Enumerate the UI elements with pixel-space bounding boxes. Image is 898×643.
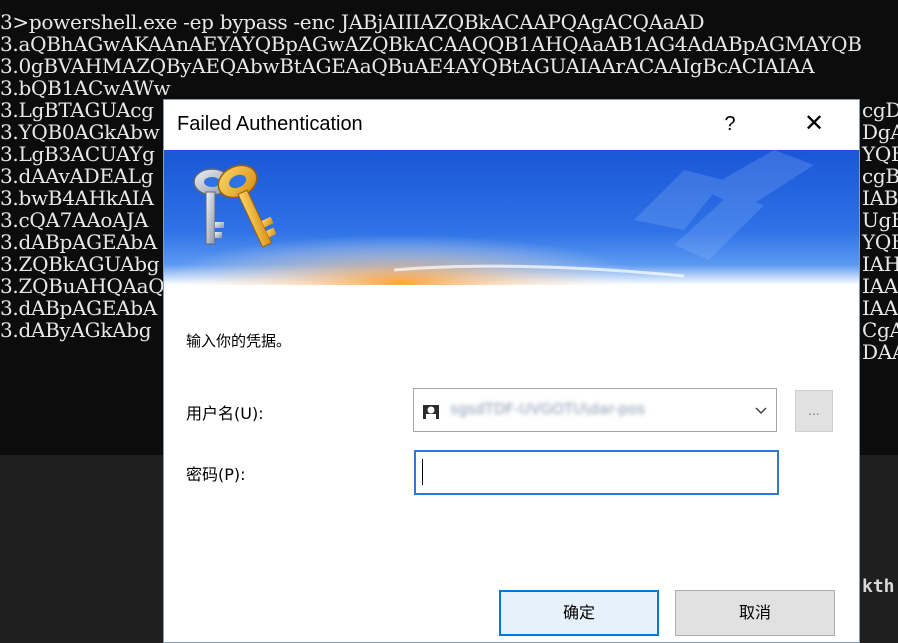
- terminal-line-tail: DAA: [862, 340, 898, 364]
- terminal-line: 3.aQBhAGwAKAAnAEYAYQBpAGwAZQBkACAAQQB1AH…: [0, 32, 862, 56]
- username-label: 用户名(U):: [186, 404, 264, 423]
- terminal-line-tail: IAA: [862, 296, 898, 320]
- terminal-line-tail: IAH: [862, 252, 898, 276]
- terminal-line-tail: DgA: [862, 120, 898, 144]
- terminal-lower-text: kth: [862, 576, 895, 597]
- terminal-line-tail: IAA: [862, 274, 898, 298]
- cancel-button[interactable]: 取消: [675, 590, 835, 636]
- terminal-line: 3.YQB0AGkAbw: [0, 120, 160, 144]
- help-button[interactable]: ?: [714, 108, 746, 140]
- dialog-banner: [164, 150, 859, 285]
- banner-graphic: [164, 150, 859, 285]
- terminal-line-tail: UgB: [862, 208, 898, 232]
- terminal-line-tail: YQB: [862, 142, 898, 166]
- password-label: 密码(P):: [186, 465, 246, 484]
- terminal-line-tail: cgD: [862, 98, 898, 122]
- terminal-line: 3.ZQBuAHQAaQ: [0, 274, 165, 298]
- text-caret: [422, 459, 423, 485]
- username-value: sgsdTDF-UVGOTU\dar-pos: [450, 400, 646, 418]
- terminal-line: 3.dABpAGEAbA: [0, 230, 157, 254]
- chevron-down-icon[interactable]: [754, 403, 768, 417]
- browse-button[interactable]: ...: [795, 390, 833, 432]
- user-icon: [423, 405, 439, 419]
- terminal-line: 3.LgBTAGUAcg: [0, 98, 154, 122]
- terminal-line: 3.bQB1ACwAWw: [0, 76, 171, 100]
- terminal-line: 3.dABpAGEAbA: [0, 296, 157, 320]
- terminal-command-line: 3>powershell.exe -ep bypass -enc JABjAII…: [0, 10, 705, 34]
- username-combobox[interactable]: sgsdTDF-UVGOTU\dar-pos: [413, 388, 777, 432]
- credentials-prompt: 输入你的凭据。: [186, 332, 292, 350]
- ok-button[interactable]: 确定: [499, 590, 659, 636]
- terminal-line: 3.0gBVAHMAZQByAEQAbwBtAGEAaQBuAE4AYQBtAG…: [0, 54, 815, 78]
- terminal-line: 3.bwB4AHkAIA: [0, 186, 154, 210]
- terminal-line-tail: CgA: [862, 318, 898, 342]
- credential-dialog: Failed Authentication ? ✕ 输入你的凭据。 用户名(U)…: [163, 99, 860, 643]
- terminal-line: 3.ZQBkAGUAbg: [0, 252, 160, 276]
- close-button[interactable]: ✕: [796, 108, 832, 140]
- terminal-line-tail: cgB: [862, 164, 898, 188]
- terminal-line-tail: YQB: [862, 230, 898, 254]
- password-field[interactable]: [414, 450, 779, 495]
- terminal-line: 3.cQA7AAoAJA: [0, 208, 149, 232]
- terminal-line: 3.dAByAGkAbg: [0, 318, 152, 342]
- dialog-titlebar[interactable]: Failed Authentication ? ✕: [164, 100, 859, 150]
- dialog-title: Failed Authentication: [177, 113, 363, 135]
- terminal-line-tail: IAB: [862, 186, 898, 210]
- terminal-line: 3.dAAvADEALg: [0, 164, 154, 188]
- terminal-line: 3.LgB3ACUAYg: [0, 142, 155, 166]
